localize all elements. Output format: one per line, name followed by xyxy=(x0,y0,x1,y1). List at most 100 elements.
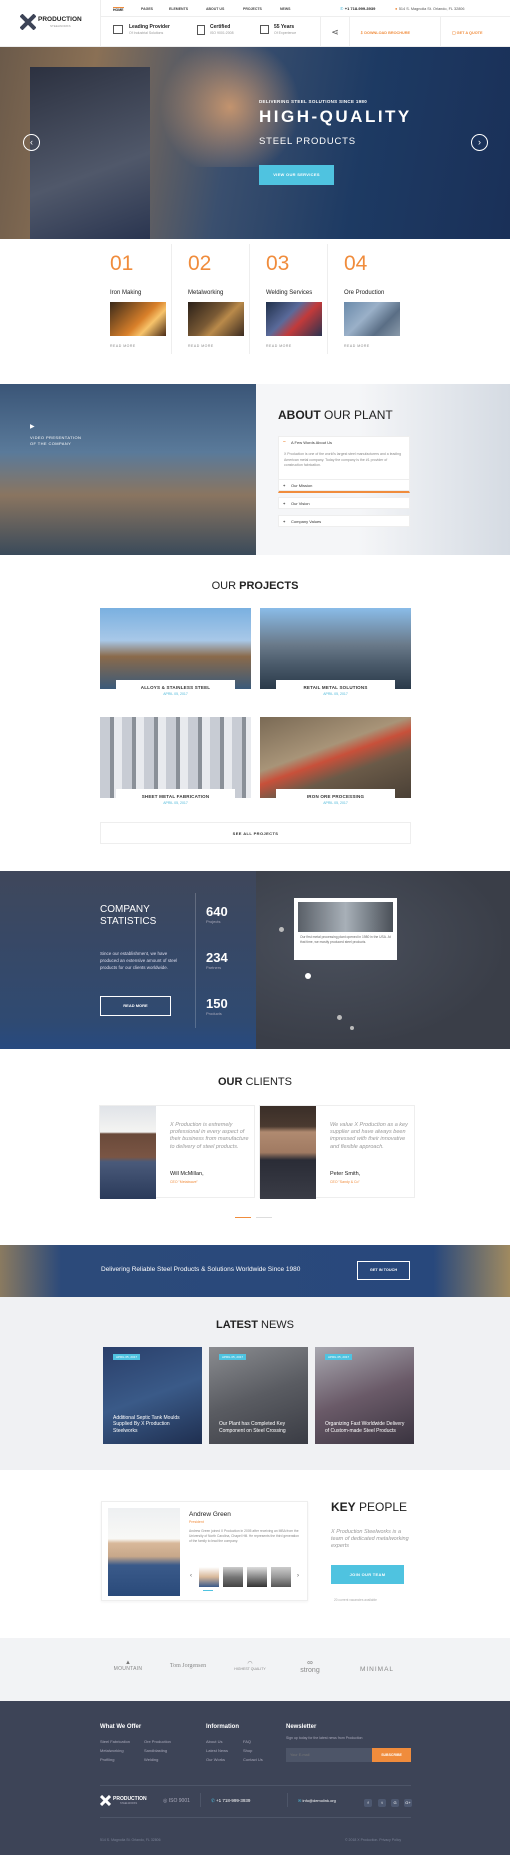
clients-title-bold: OUR xyxy=(218,1076,243,1088)
footer-heading: Newsletter xyxy=(286,1724,317,1730)
google-plus-icon[interactable]: G+ xyxy=(404,1799,412,1807)
footer-logo-icon xyxy=(100,1795,111,1806)
project-image xyxy=(260,608,411,689)
video-panel[interactable]: ▶ VIDEO PRESENTATION OF THE COMPANY xyxy=(0,384,256,555)
partner-logo-quality[interactable]: ◠ HIGHEST QUALITY xyxy=(228,1660,272,1671)
view-services-button[interactable]: VIEW OUR SERVICES xyxy=(259,165,334,185)
nav-projects[interactable]: PROJECTS xyxy=(243,7,262,11)
project-card[interactable]: SHEET METAL FABRICATION APRIL 05, 2017 xyxy=(100,717,251,811)
service-card[interactable]: 04 Ore Production READ MORE xyxy=(334,244,406,354)
footer-email[interactable]: ✉ info@demolink.org xyxy=(298,1798,336,1803)
share-icon[interactable]: ⋖ xyxy=(320,17,350,47)
read-more-link[interactable]: READ MORE xyxy=(266,344,292,348)
slider-prev-arrow[interactable]: ‹ xyxy=(23,134,40,151)
footer-link[interactable]: Metalworking xyxy=(100,1746,145,1755)
news-card[interactable]: APRIL 05, 2017 Additional Septic Tank Mo… xyxy=(103,1347,202,1444)
footer-link[interactable]: Steel Fabrication xyxy=(100,1737,145,1746)
brochure-label: DOWNLOAD BROCHURE xyxy=(364,31,411,35)
read-more-link[interactable]: READ MORE xyxy=(188,344,214,348)
footer-link[interactable]: FAQ xyxy=(243,1737,273,1746)
read-more-link[interactable]: READ MORE xyxy=(110,344,136,348)
accordion-mission[interactable]: + Our Mission xyxy=(278,479,410,491)
footer-link[interactable]: Shop xyxy=(243,1746,273,1755)
logo[interactable]: PRODUCTION STEELWORKS xyxy=(20,14,88,32)
top-phone[interactable]: +1 718-999-3939 xyxy=(345,6,376,11)
projects-title: OUR PROJECTS xyxy=(0,580,510,592)
about-title: ABOUT OUR PLANT xyxy=(278,408,393,422)
news-date-badge: APRIL 05, 2017 xyxy=(325,1354,353,1360)
carousel-indicator-active[interactable] xyxy=(235,1217,251,1218)
partner-logo-minimal[interactable]: MINIMAL xyxy=(350,1666,404,1673)
map-marker[interactable] xyxy=(279,927,284,932)
service-card[interactable]: 03 Welding Services READ MORE xyxy=(256,244,328,354)
footer-link[interactable]: Contact Us xyxy=(243,1755,273,1764)
team-thumbnail[interactable] xyxy=(199,1567,219,1587)
play-icon[interactable]: ▶ xyxy=(30,423,35,430)
partner-logo-strong[interactable]: ∞ strong xyxy=(295,1659,325,1675)
footer-vertical-divider xyxy=(287,1793,288,1807)
project-date: APRIL 05, 2017 xyxy=(323,692,348,696)
footer-link[interactable]: Sandblasting xyxy=(144,1746,189,1755)
project-card[interactable]: ALLOYS & STAINLESS STEEL APRIL 05, 2017 xyxy=(100,608,251,702)
news-card-title: Organizing Fast Worldwide Delivery of Cu… xyxy=(325,1421,405,1434)
read-more-link[interactable]: READ MORE xyxy=(344,344,370,348)
project-card[interactable]: IRON ORE PROCESSING APRIL 05, 2017 xyxy=(260,717,411,811)
nav-about[interactable]: ABOUT US xyxy=(206,7,224,11)
service-card[interactable]: 01 Iron Making READ MORE xyxy=(100,244,172,354)
facebook-icon[interactable]: f xyxy=(364,1799,372,1807)
feature-sub: Of Experience xyxy=(274,31,297,35)
team-thumbnail[interactable] xyxy=(247,1567,267,1587)
footer-link[interactable]: Ore Production xyxy=(144,1737,189,1746)
get-in-touch-button[interactable]: GET IN TOUCH xyxy=(357,1261,410,1280)
nav-elements[interactable]: ELEMENTS xyxy=(169,7,188,11)
footer-logo[interactable]: PRODUCTION STEELWORKS xyxy=(100,1795,150,1809)
service-title: Ore Production xyxy=(344,290,385,296)
map-marker[interactable] xyxy=(337,1015,342,1020)
team-next-arrow[interactable]: › xyxy=(297,1573,299,1579)
see-all-projects-button[interactable]: SEE ALL PROJECTS xyxy=(100,822,411,844)
client-role: CEO "Metalwave" xyxy=(170,1180,198,1184)
accordion-values[interactable]: + Company Values xyxy=(278,515,410,527)
footer-link[interactable]: Profiling xyxy=(100,1755,145,1764)
get-quote-button[interactable]: ▢ GET A QUOTE xyxy=(452,30,483,35)
project-card[interactable]: RETAIL METAL SOLUTIONS APRIL 05, 2017 xyxy=(260,608,411,702)
join-team-button[interactable]: JOIN OUR TEAM xyxy=(331,1565,404,1584)
service-image xyxy=(266,302,322,336)
quote-divider xyxy=(440,17,441,47)
nav-news[interactable]: NEWS xyxy=(280,7,291,11)
nav-pages[interactable]: PAGES xyxy=(141,7,153,11)
team-thumbnail[interactable] xyxy=(271,1567,291,1587)
slider-next-arrow[interactable]: › xyxy=(471,134,488,151)
footer-link[interactable]: About Us xyxy=(206,1737,246,1746)
team-thumbnail[interactable] xyxy=(223,1567,243,1587)
partner-logo-mountain[interactable]: ▲ MOUNTAIN xyxy=(108,1660,148,1672)
map-marker[interactable] xyxy=(305,973,311,979)
carousel-indicator[interactable] xyxy=(256,1217,272,1218)
twitter-icon[interactable]: t xyxy=(378,1799,386,1807)
service-card[interactable]: 02 Metalworking READ MORE xyxy=(178,244,250,354)
subscribe-button[interactable]: SUBSCRIBE xyxy=(372,1748,411,1762)
partner-logo-tom[interactable]: Tom Jorgensen xyxy=(168,1663,208,1670)
news-card[interactable]: APRIL 05, 2017 Organizing Fast Worldwide… xyxy=(315,1347,414,1444)
client-quote: We value X Production as a key supplier … xyxy=(330,1122,408,1150)
news-card[interactable]: APRIL 05, 2017 Our Plant has Completed K… xyxy=(209,1347,308,1444)
newsletter-email-input[interactable] xyxy=(286,1748,372,1762)
stats-read-more-button[interactable]: READ MORE xyxy=(100,996,171,1016)
team-prev-arrow[interactable]: ‹ xyxy=(190,1573,192,1579)
service-image xyxy=(188,302,244,336)
download-brochure-button[interactable]: ⇩ DOWNLOAD BROCHURE xyxy=(360,30,410,35)
header-sub-divider xyxy=(101,16,510,17)
quote-label: GET A QUOTE xyxy=(456,31,483,35)
nav-home[interactable]: HOME xyxy=(113,7,124,12)
clients-title-light: CLIENTS xyxy=(245,1076,292,1088)
stats-section: COMPANY STATISTICS Since our establishme… xyxy=(0,871,510,1049)
footer-link[interactable]: Latest News xyxy=(206,1746,246,1755)
project-date: APRIL 05, 2017 xyxy=(163,801,188,805)
footer-phone[interactable]: ✆ +1 718-999-3939 xyxy=(211,1798,250,1804)
footer-link[interactable]: Welding xyxy=(144,1755,189,1764)
accordion-vision[interactable]: + Our Vision xyxy=(278,497,410,509)
client-quote: X Production is extremely professional i… xyxy=(170,1122,249,1150)
footer-link[interactable]: Our Works xyxy=(206,1755,246,1764)
map-marker[interactable] xyxy=(350,1026,354,1030)
google-icon[interactable]: G xyxy=(391,1799,399,1807)
